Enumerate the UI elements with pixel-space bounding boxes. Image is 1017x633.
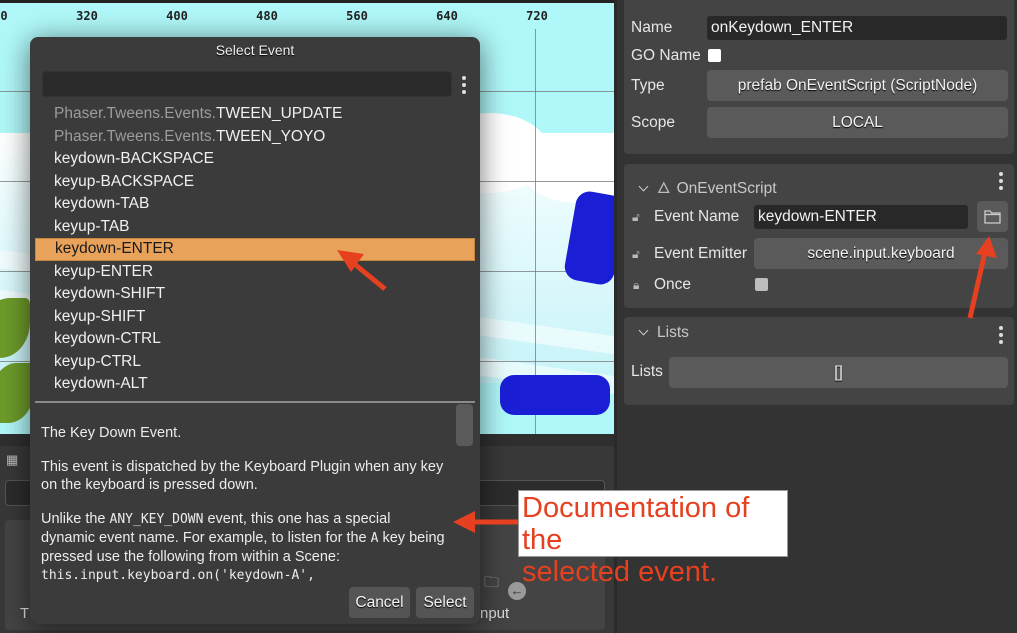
type-label: Type: [631, 77, 665, 94]
event-name: keyup-SHIFT: [54, 307, 146, 325]
scope-button[interactable]: LOCAL: [707, 107, 1008, 138]
event-list-item[interactable]: Phaser.Tweens.Events.TWEEN_UPDATE: [35, 103, 475, 126]
script-icon: 🜂: [657, 180, 671, 197]
event-name: keydown-SHIFT: [54, 285, 166, 302]
lists-label: Lists: [631, 363, 663, 380]
event-documentation: The Key Down Event. This event is dispat…: [35, 404, 475, 584]
event-name: keyup-BACKSPACE: [54, 172, 195, 190]
lists-button[interactable]: []: [669, 357, 1008, 388]
event-list-item[interactable]: keydown-ALT: [35, 373, 475, 396]
cancel-button[interactable]: Cancel: [349, 587, 410, 618]
ruler-tick: 320: [76, 9, 98, 23]
scope-label: Scope: [631, 114, 675, 131]
blocks-icon: ▦: [6, 452, 19, 467]
event-list-item[interactable]: keydown-TAB: [35, 193, 475, 216]
folder-icon: [984, 210, 1001, 224]
ruler-tick: 640: [436, 9, 458, 23]
scene-sprite: [500, 375, 610, 415]
event-list-item[interactable]: keydown-CTRL: [35, 328, 475, 351]
chevron-down-icon: [638, 325, 649, 336]
event-name: keydown-ENTER: [55, 240, 174, 257]
event-emitter-button[interactable]: scene.input.keyboard: [754, 238, 1008, 269]
event-list[interactable]: Phaser.Tweens.Events.TWEEN_UPDATE Phaser.…: [35, 103, 475, 398]
dialog-menu-icon[interactable]: [457, 76, 471, 94]
script-section-header[interactable]: 🜂 OnEventScript: [636, 170, 777, 202]
ruler-tick: 720: [526, 9, 548, 23]
name-input[interactable]: [707, 16, 1007, 40]
event-namespace: Phaser.Tweens.Events.: [54, 127, 216, 145]
event-list-item[interactable]: keyup-SHIFT: [35, 306, 475, 329]
event-namespace: Phaser.Tweens.Events.: [54, 105, 216, 122]
dialog-title: Select Event: [215, 42, 295, 58]
lists-section-title: Lists: [657, 324, 689, 341]
select-event-dialog: Select Event Phaser.Tweens.Events.TWEEN_…: [30, 37, 480, 624]
ruler-tick: 0: [0, 9, 8, 23]
object-section: Name GO Name Type prefab OnEventScript (…: [624, 0, 1014, 154]
once-label: Once: [654, 276, 692, 293]
annotation-line: Documentation of the: [522, 492, 750, 556]
event-list-item[interactable]: keydown-ENTER: [35, 238, 475, 261]
event-name: keydown-CTRL: [54, 330, 161, 347]
onevent-script-section: 🜂 OnEventScript 🔓︎ Event Name 🔓︎ Event Em…: [624, 164, 1014, 308]
doc-paragraph: The Key Down Event.: [41, 425, 182, 441]
event-name: TWEEN_YOYO: [215, 127, 326, 145]
event-list-item[interactable]: keydown-SHIFT: [35, 283, 475, 306]
folder-icon[interactable]: 🗀: [484, 572, 499, 597]
event-name: keyup-CTRL: [54, 352, 141, 370]
event-list-item[interactable]: keyup-ENTER: [35, 261, 475, 284]
lists-section: Lists Lists []: [624, 317, 1014, 405]
event-filter-input[interactable]: [42, 71, 452, 97]
doc-code: ANY_KEY_DOWN: [109, 512, 204, 527]
input-label: nput: [480, 605, 510, 622]
grid-line: [535, 29, 536, 434]
event-name: keydown-BACKSPACE: [54, 150, 214, 167]
name-label: Name: [631, 19, 673, 36]
select-button[interactable]: Select: [416, 587, 474, 618]
annotation-callout: Documentation of the selected event.: [518, 490, 788, 588]
event-name: keyup-TAB: [54, 217, 130, 235]
doc-code: this.input.keyboard.on('keydown-A',: [41, 568, 315, 583]
annotation-line: selected event.: [522, 556, 718, 588]
doc-text: Unlike the: [41, 511, 110, 527]
doc-paragraph: Unlike the ANY_KEY_DOWN event, this one …: [41, 510, 445, 584]
go-name-label: GO Name: [631, 47, 701, 64]
event-list-item[interactable]: keyup-CTRL: [35, 351, 475, 374]
doc-paragraph: This event is dispatched by the Keyboard…: [41, 459, 444, 493]
type-button[interactable]: prefab OnEventScript (ScriptNode): [707, 70, 1008, 101]
ruler-tick: 560: [346, 9, 368, 23]
event-list-item[interactable]: Phaser.Tweens.Events.TWEEN_YOYO: [35, 126, 475, 149]
list-divider: [35, 401, 475, 403]
event-list-item[interactable]: keydown-BACKSPACE: [35, 148, 475, 171]
event-name: keydown-TAB: [54, 195, 150, 212]
event-emitter-label: Event Emitter: [654, 245, 748, 262]
event-name: keyup-ENTER: [54, 262, 154, 280]
event-name: keydown-ALT: [54, 375, 148, 392]
lists-section-header[interactable]: Lists: [636, 324, 689, 342]
event-list-item[interactable]: keyup-BACKSPACE: [35, 171, 475, 194]
once-checkbox[interactable]: [755, 278, 768, 291]
browse-events-button[interactable]: [977, 201, 1008, 232]
event-name-input[interactable]: [754, 205, 968, 229]
script-section-menu-icon[interactable]: [994, 172, 1008, 190]
ruler: 0 320 400 480 560 640 720: [0, 3, 614, 29]
event-name: TWEEN_UPDATE: [215, 105, 343, 122]
event-list-item[interactable]: keyup-TAB: [35, 216, 475, 239]
doc-scrollbar[interactable]: [456, 404, 473, 446]
lists-section-menu-icon[interactable]: [994, 326, 1008, 344]
event-name-label: Event Name: [654, 208, 740, 225]
t-label: T: [20, 605, 30, 622]
unlock-icon[interactable]: 🔓︎: [632, 247, 640, 262]
ruler-tick: 400: [166, 9, 188, 23]
editor-root: 0 320 400 480 560 640 720 ▦ 🗀 ← nput T N…: [0, 0, 1017, 633]
lock-icon[interactable]: 🔒︎: [633, 278, 639, 293]
chevron-down-icon: [638, 181, 649, 192]
script-section-title: OnEventScript: [676, 180, 777, 197]
go-name-checkbox[interactable]: [708, 49, 721, 62]
ruler-tick: 480: [256, 9, 278, 23]
unlock-icon[interactable]: 🔓︎: [632, 210, 640, 225]
